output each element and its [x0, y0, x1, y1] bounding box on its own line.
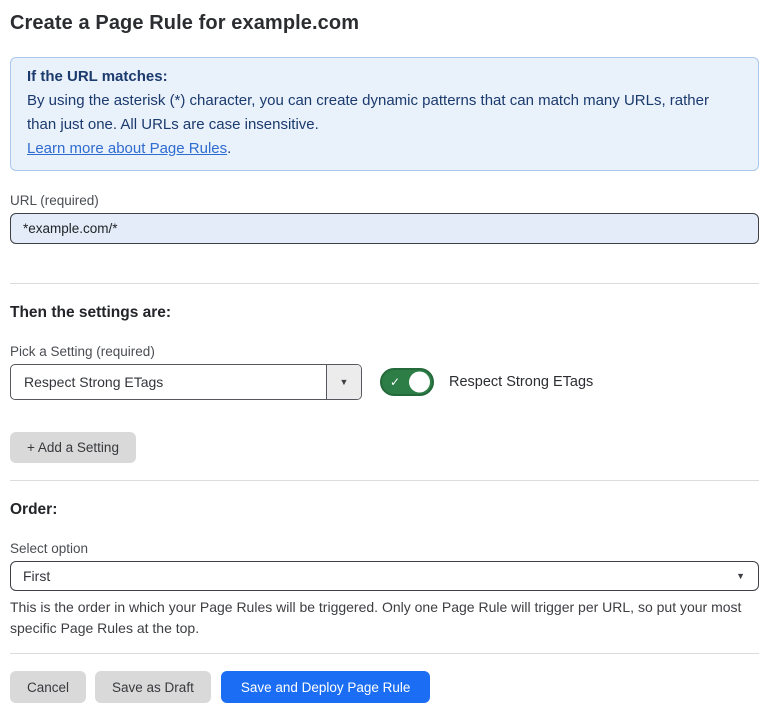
toggle-label: Respect Strong ETags: [449, 374, 593, 390]
info-box-heading: If the URL matches:: [27, 65, 742, 89]
learn-more-link[interactable]: Learn more about Page Rules: [27, 140, 227, 157]
url-match-info-box: If the URL matches: By using the asteris…: [10, 57, 759, 171]
order-select[interactable]: First ▼: [10, 561, 759, 591]
setting-row: Respect Strong ETags ▼ ✓ Respect Strong …: [10, 364, 759, 400]
url-input[interactable]: [10, 213, 759, 244]
setting-toggle-group: ✓ Respect Strong ETags: [380, 368, 593, 396]
divider: [10, 653, 759, 654]
create-page-rule-form: Create a Page Rule for example.com If th…: [0, 0, 769, 718]
info-box-body: By using the asterisk (*) character, you…: [27, 89, 742, 137]
order-select-value: First: [23, 568, 50, 584]
save-as-draft-button[interactable]: Save as Draft: [95, 671, 211, 703]
etags-toggle[interactable]: ✓: [380, 368, 434, 396]
divider: [10, 480, 759, 481]
check-icon: ✓: [390, 376, 400, 388]
page-title: Create a Page Rule for example.com: [10, 12, 759, 35]
add-setting-button[interactable]: + Add a Setting: [10, 432, 136, 463]
settings-section-heading: Then the settings are:: [10, 304, 759, 322]
chevron-down-icon: ▼: [340, 377, 349, 387]
setting-dropdown[interactable]: Respect Strong ETags ▼: [10, 364, 362, 400]
order-select-label: Select option: [10, 541, 759, 556]
divider: [10, 283, 759, 284]
save-and-deploy-button[interactable]: Save and Deploy Page Rule: [221, 671, 431, 703]
order-section-heading: Order:: [10, 501, 759, 519]
url-field-label: URL (required): [10, 193, 759, 208]
order-help-text: This is the order in which your Page Rul…: [10, 597, 750, 639]
link-period: .: [227, 140, 231, 157]
info-box-link-line: Learn more about Page Rules.: [27, 137, 742, 161]
pick-setting-label: Pick a Setting (required): [10, 344, 759, 359]
cancel-button[interactable]: Cancel: [10, 671, 86, 703]
chevron-down-icon: ▼: [736, 571, 745, 581]
form-actions: Cancel Save as Draft Save and Deploy Pag…: [10, 671, 759, 703]
toggle-knob: [409, 372, 430, 393]
setting-dropdown-value: Respect Strong ETags: [11, 365, 326, 399]
setting-dropdown-arrow-button[interactable]: ▼: [326, 365, 361, 399]
